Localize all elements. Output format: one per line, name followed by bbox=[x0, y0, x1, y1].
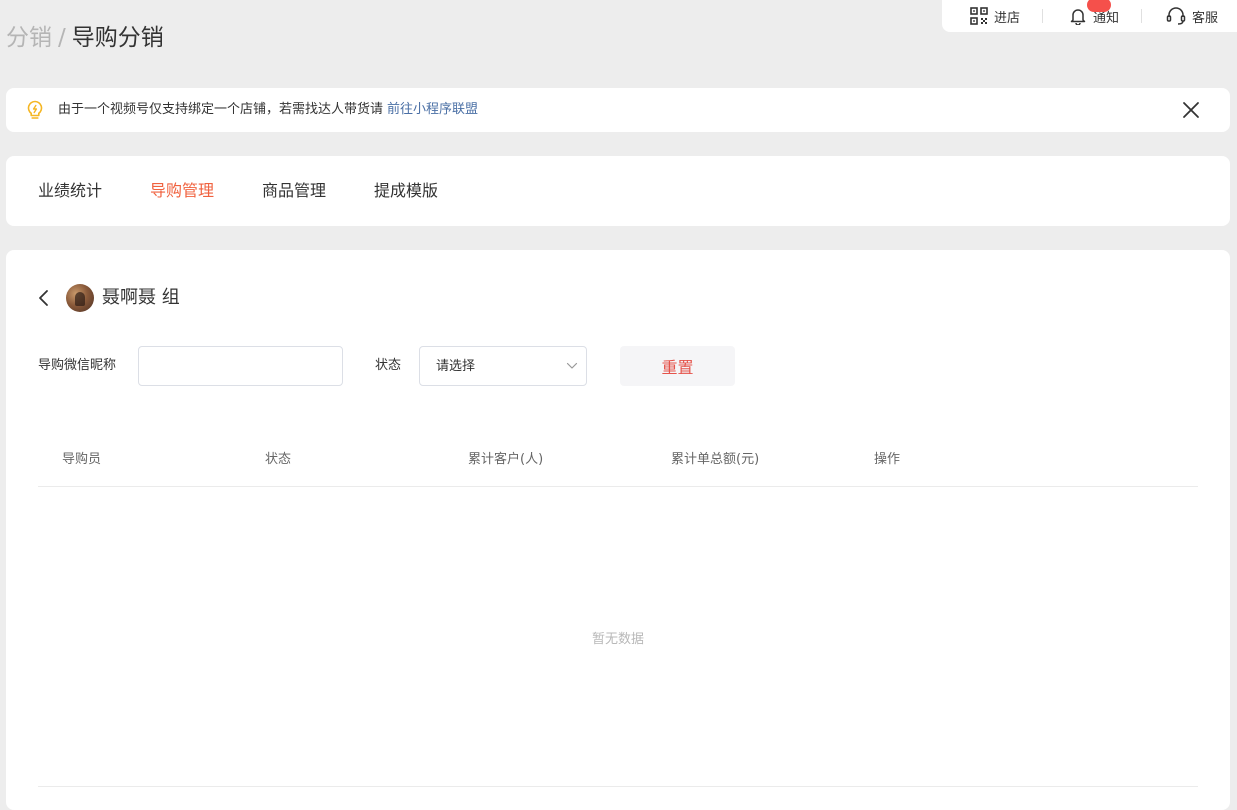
enter-store-label: 进店 bbox=[994, 10, 1021, 26]
nickname-filter-label: 导购微信昵称 bbox=[38, 358, 117, 373]
status-select[interactable]: 请选择 bbox=[419, 346, 587, 386]
lightbulb-icon bbox=[27, 100, 43, 119]
tab-bar: 业绩统计 导购管理 商品管理 提成模版 bbox=[6, 156, 1230, 226]
page-title: 导购分销 bbox=[71, 25, 164, 51]
notification-button[interactable]: 通知 bbox=[1069, 0, 1119, 26]
status-select-placeholder: 请选择 bbox=[436, 359, 476, 374]
qrcode-icon bbox=[970, 7, 988, 25]
divider bbox=[1042, 9, 1044, 23]
empty-state-text: 暂无数据 bbox=[591, 632, 644, 647]
notice-text: 由于一个视频号仅支持绑定一个店铺，若需找达人带货请 前往小程序联盟 bbox=[58, 101, 478, 119]
reset-button[interactable]: 重置 bbox=[620, 346, 735, 386]
close-icon[interactable] bbox=[1181, 100, 1201, 120]
breadcrumb-separator: / bbox=[58, 25, 66, 51]
enter-store-button[interactable]: 进店 bbox=[970, 7, 1020, 26]
divider bbox=[1141, 9, 1143, 23]
customer-service-button[interactable]: 客服 bbox=[1166, 7, 1218, 26]
table-bottom-divider bbox=[38, 786, 1198, 787]
column-header-status: 状态 bbox=[265, 452, 292, 467]
headset-icon bbox=[1166, 7, 1186, 25]
nickname-input[interactable] bbox=[138, 346, 343, 386]
main-panel: 聂啊聂 组 导购微信昵称 状态 请选择 重置 导购员 状态 累计客户(人) 累计… bbox=[6, 250, 1230, 810]
column-header-actions: 操作 bbox=[874, 452, 901, 467]
notice-banner: 由于一个视频号仅支持绑定一个店铺，若需找达人带货请 前往小程序联盟 bbox=[6, 88, 1230, 132]
chevron-left-icon[interactable] bbox=[36, 287, 52, 309]
tab-guide-management[interactable]: 导购管理 bbox=[150, 180, 214, 202]
customer-service-label: 客服 bbox=[1192, 10, 1219, 26]
column-header-total-order-amount: 累计单总额(元) bbox=[671, 452, 760, 467]
notification-badge bbox=[1087, 0, 1112, 12]
column-header-guide: 导购员 bbox=[62, 452, 102, 467]
top-utility-bar: 进店 通知 客服 bbox=[942, 0, 1237, 32]
bell-icon bbox=[1070, 9, 1086, 25]
tab-product-management[interactable]: 商品管理 bbox=[262, 180, 326, 202]
group-title: 聂啊聂 组 bbox=[102, 287, 180, 308]
column-header-total-customers: 累计客户(人) bbox=[468, 452, 544, 467]
avatar bbox=[66, 284, 94, 312]
table-header-divider bbox=[38, 486, 1198, 487]
breadcrumb: 分销 / 导购分销 bbox=[6, 22, 164, 54]
status-filter-label: 状态 bbox=[375, 358, 402, 373]
tab-performance-stats[interactable]: 业绩统计 bbox=[38, 180, 102, 202]
mini-program-alliance-link[interactable]: 前往小程序联盟 bbox=[387, 102, 478, 117]
tab-commission-template[interactable]: 提成模版 bbox=[374, 180, 438, 202]
chevron-down-icon bbox=[566, 362, 578, 369]
notice-message: 由于一个视频号仅支持绑定一个店铺，若需找达人带货请 bbox=[58, 102, 384, 117]
breadcrumb-parent[interactable]: 分销 bbox=[6, 25, 52, 51]
